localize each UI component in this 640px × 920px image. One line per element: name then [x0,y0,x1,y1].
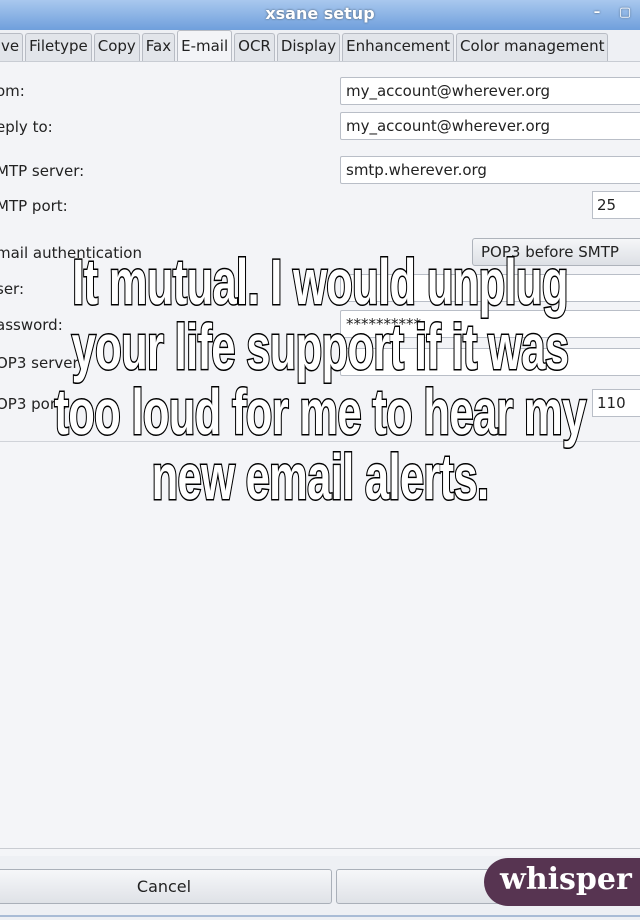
user-label: ser: [0,280,25,298]
smtp-port-input[interactable]: 25 [592,191,640,219]
divider [0,848,640,849]
smtp-port-label: MTP port: [0,197,68,215]
tab-save[interactable]: ve [0,33,24,62]
tab-filetype[interactable]: Filetype [25,33,92,62]
tab-email[interactable]: E-mail [177,30,233,62]
smtp-server-input[interactable]: smtp.wherever.org [340,156,640,184]
minimize-icon[interactable]: – [590,6,604,20]
bottom-border [0,915,640,917]
tab-ocr[interactable]: OCR [234,33,275,62]
tab-copy[interactable]: Copy [93,33,140,62]
window-title: xsane setup [265,4,375,23]
pop3-port-input[interactable]: 110 [592,389,640,417]
from-label: om: [0,82,25,100]
smtp-server-label: MTP server: [0,162,85,180]
overlay-text: It mutual. I would unplug your life supp… [53,246,587,513]
tab-enhancement[interactable]: Enhancement [342,33,455,62]
cancel-button[interactable]: Cancel [0,869,332,904]
reply-to-input[interactable]: my_account@wherever.org [340,112,640,140]
reply-to-label: eply to: [0,118,53,136]
tab-color-management[interactable]: Color management [456,33,609,62]
tab-fax[interactable]: Fax [141,33,176,62]
tab-bar: ve Filetype Copy Fax E-mail OCR Display … [0,30,610,62]
maximize-icon[interactable]: ▢ [618,6,632,20]
title-bar: xsane setup – ▢ [0,0,640,30]
from-input[interactable]: my_account@wherever.org [340,77,640,105]
tab-display[interactable]: Display [276,33,341,62]
whisper-logo: whisper [484,858,640,906]
